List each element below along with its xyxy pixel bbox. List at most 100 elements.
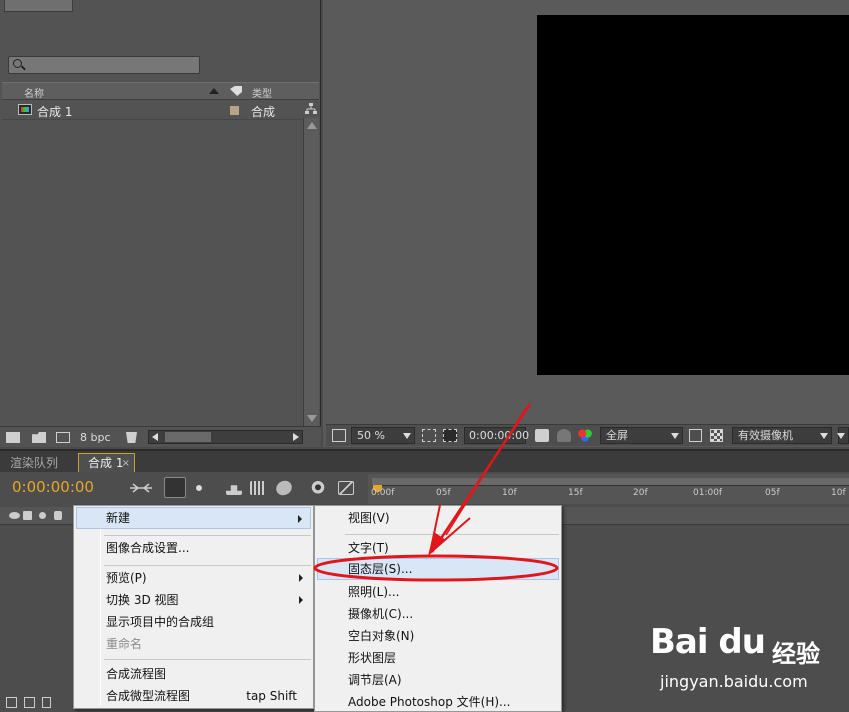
- lock-icon[interactable]: [54, 511, 62, 520]
- menu-item-preview[interactable]: 预览(P): [76, 567, 311, 589]
- column-type-label[interactable]: 类型: [252, 85, 272, 100]
- label-tag-icon[interactable]: [230, 86, 242, 96]
- submenu-item-photoshop-file[interactable]: Adobe Photoshop 文件(H)...: [317, 691, 559, 712]
- scroll-up-icon[interactable]: [307, 122, 317, 129]
- ruler-tick-label: 10f: [831, 488, 846, 498]
- watermark-brand: 经验: [772, 640, 820, 668]
- project-bottom-bar: 8 bpc: [0, 426, 321, 447]
- column-name-label[interactable]: 名称: [24, 85, 44, 100]
- camera-value: 有效摄像机: [738, 429, 793, 442]
- show-snapshot-icon[interactable]: [557, 429, 571, 442]
- live-update-icon[interactable]: [164, 477, 186, 498]
- submenu-item-camera[interactable]: 摄像机(C)...: [317, 603, 559, 625]
- project-horizontal-scrollbar[interactable]: [148, 430, 303, 444]
- scroll-thumb[interactable]: [165, 432, 211, 442]
- flowchart-icon[interactable]: [305, 103, 317, 115]
- transparency-grid-icon[interactable]: [710, 429, 723, 442]
- watermark-url: jingyan.baidu.com: [660, 672, 808, 691]
- composition-mini-flowchart-icon[interactable]: [129, 481, 152, 495]
- graph-editor-icon[interactable]: [338, 481, 354, 495]
- ruler-tick-label: 0:00f: [371, 488, 395, 498]
- menu-item-mini-flowchart[interactable]: 合成微型流程图 tap Shift: [76, 685, 311, 707]
- in-out-icon[interactable]: [42, 697, 51, 708]
- resolution-select[interactable]: 全屏: [600, 427, 683, 444]
- resolution-value: 全屏: [606, 429, 628, 442]
- new-composition-icon[interactable]: [56, 432, 70, 443]
- chevron-down-icon: [671, 433, 679, 439]
- chevron-down-icon: [837, 433, 845, 439]
- viewer-timecode[interactable]: 0:00:00:00: [464, 427, 529, 444]
- eye-icon[interactable]: [9, 512, 20, 519]
- menu-item-composition-flowchart[interactable]: 合成流程图: [76, 663, 311, 685]
- composition-icon: [18, 104, 32, 115]
- new-submenu: 视图(V) 文字(T) 固态层(S)... 照明(L)... 摄像机(C)...…: [314, 505, 562, 712]
- menu-item-switch-3d-view[interactable]: 切换 3D 视图: [76, 589, 311, 611]
- timeline-timecode[interactable]: 0:00:00:00: [12, 478, 94, 496]
- snapshot-camera-icon[interactable]: [535, 429, 549, 442]
- frame-blending-icon[interactable]: [250, 481, 266, 495]
- composition-canvas[interactable]: [537, 15, 849, 375]
- sort-ascending-icon[interactable]: [209, 88, 219, 94]
- project-item-name: 合成 1: [37, 105, 73, 119]
- submenu-item-solid[interactable]: 固态层(S)...: [317, 558, 559, 580]
- project-search-input[interactable]: [8, 56, 200, 74]
- solo-icon[interactable]: [39, 512, 46, 519]
- brainstorm-icon[interactable]: [310, 481, 326, 495]
- title-action-safe-icon[interactable]: [422, 429, 436, 442]
- project-item-comp[interactable]: 合成 1 合成: [2, 101, 302, 120]
- baidu-jingyan-watermark: Bai du 经验 jingyan.baidu.com: [650, 622, 845, 696]
- chevron-down-icon: [820, 433, 828, 439]
- fast-previews-icon[interactable]: [689, 429, 702, 442]
- menu-separator: [104, 659, 311, 660]
- submenu-item-adjustment-layer[interactable]: 调节层(A): [317, 669, 559, 691]
- project-column-header: 名称 类型: [2, 82, 319, 100]
- label-color-swatch[interactable]: [230, 106, 239, 115]
- transfer-controls-icon[interactable]: [24, 697, 35, 708]
- search-icon: [13, 59, 22, 68]
- submenu-arrow-icon: [298, 515, 302, 523]
- ruler-tick-label: 05f: [436, 488, 451, 498]
- trash-icon[interactable]: [126, 432, 137, 443]
- chevron-down-icon: [403, 433, 411, 439]
- submenu-item-shape-layer[interactable]: 形状图层: [317, 647, 559, 669]
- work-area-bar[interactable]: [372, 478, 849, 486]
- menu-item-label: 切换 3D 视图: [106, 593, 179, 607]
- project-vertical-scrollbar[interactable]: [303, 118, 319, 426]
- submenu-item-null-object[interactable]: 空白对象(N): [317, 625, 559, 647]
- submenu-item-text[interactable]: 文字(T): [317, 537, 559, 559]
- tab-render-queue[interactable]: 渲染队列: [4, 454, 64, 472]
- timeline-tab-bar: 渲染队列 合成 1 ×: [0, 449, 849, 474]
- color-channels-icon[interactable]: [578, 429, 592, 442]
- ruler-tick-label: 05f: [765, 488, 780, 498]
- submenu-arrow-icon: [299, 574, 303, 582]
- project-thumbnail: [4, 0, 73, 12]
- context-menu: 新建 图像合成设置... 预览(P) 切换 3D 视图 显示项目中的合成组 重命…: [73, 505, 314, 709]
- always-preview-icon[interactable]: [332, 429, 346, 442]
- tab-comp-1[interactable]: 合成 1 ×: [78, 453, 135, 474]
- menu-item-label: 新建: [106, 511, 131, 525]
- draft-3d-icon[interactable]: [191, 481, 207, 495]
- submenu-item-viewer[interactable]: 视图(V): [317, 507, 559, 529]
- close-icon[interactable]: ×: [122, 454, 130, 473]
- submenu-item-light[interactable]: 照明(L)...: [317, 581, 559, 603]
- scroll-right-icon[interactable]: [293, 433, 299, 441]
- interpret-footage-icon[interactable]: [6, 432, 20, 443]
- project-item-type: 合成: [251, 105, 276, 119]
- menu-item-composition-settings[interactable]: 图像合成设置...: [76, 537, 311, 559]
- bit-depth-button[interactable]: 8 bpc: [80, 431, 111, 444]
- ruler-tick-label: 01:00f: [693, 488, 723, 498]
- scroll-down-icon[interactable]: [307, 415, 317, 422]
- menu-item-reveal-in-project[interactable]: 显示项目中的合成组: [76, 611, 311, 633]
- new-folder-icon[interactable]: [32, 432, 46, 443]
- audio-icon[interactable]: [23, 511, 32, 520]
- scroll-left-icon[interactable]: [152, 433, 158, 441]
- zoom-select[interactable]: 50 %: [351, 427, 415, 444]
- ruler-tick-label: 10f: [502, 488, 517, 498]
- region-of-interest-icon[interactable]: [443, 429, 457, 442]
- layer-switches-icon[interactable]: [6, 697, 17, 708]
- camera-select[interactable]: 有效摄像机: [732, 427, 832, 444]
- menu-item-new[interactable]: 新建: [76, 507, 311, 529]
- timeline-bottom-bar: [0, 694, 80, 712]
- viewer-toolbar: 50 % 0:00:00:00 全屏 有效摄像机: [326, 424, 849, 446]
- view-layout-select[interactable]: [837, 427, 849, 444]
